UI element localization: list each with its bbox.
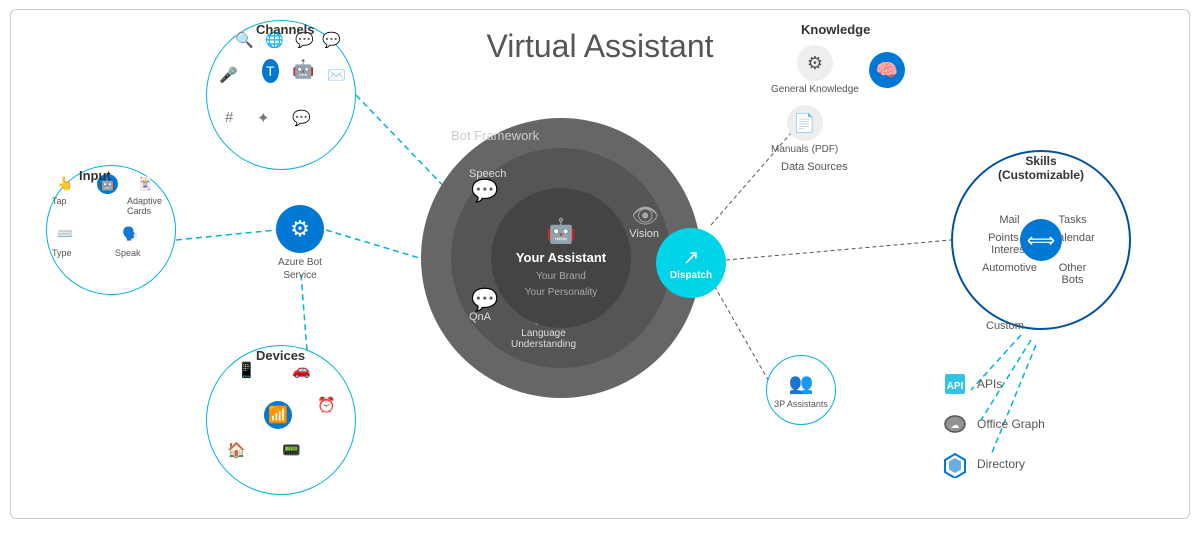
- knowledge-section: Knowledge ⚙ General Knowledge 🧠 📄 Manual…: [771, 22, 961, 173]
- directory-item: Directory: [941, 450, 1045, 478]
- skill-otherbots: OtherBots: [1045, 262, 1100, 286]
- assistant-bot-icon: 🤖: [546, 217, 576, 246]
- dispatch-circle: ↗ Dispatch: [656, 228, 726, 298]
- apis-item: API APIs: [941, 370, 1045, 398]
- your-assistant-line2: Your Brand: [536, 270, 586, 283]
- bottom-items-section: API APIs ☁ Office Graph Dire: [941, 370, 1045, 490]
- dispatch-label: Dispatch: [670, 270, 712, 282]
- skill-custom: Custom: [986, 320, 1024, 332]
- knowledge-item-general: ⚙ General Knowledge: [771, 45, 859, 95]
- channels-label: Channels: [256, 22, 315, 37]
- devices-circle: 📱 🚗 📶 🏠 📟 ⏰: [206, 345, 356, 495]
- office-graph-item: ☁ Office Graph: [941, 410, 1045, 438]
- azure-bot-label: Azure BotService: [278, 256, 322, 282]
- vision-label: Vision: [629, 228, 659, 240]
- main-container: Virtual Assistant 🔍 🌐 💬 💬 🎤: [10, 9, 1190, 519]
- apis-icon: API: [941, 370, 969, 398]
- input-circle: 👆 🤖 🃏 ⌨️ 🗣️ Tap AdaptiveCards Type Speak: [46, 165, 176, 295]
- knowledge-manuals-label: Manuals (PDF): [771, 144, 838, 155]
- skills-center-icon: ⟺: [1020, 219, 1062, 261]
- input-label: Input: [79, 168, 111, 183]
- channels-circle: 🔍 🌐 💬 💬 🎤 T 🤖 ✉️ # ✦ 💬: [206, 20, 356, 170]
- knowledge-icons: ⚙ General Knowledge 🧠 📄 Manuals (PDF): [771, 45, 961, 155]
- page-title: Virtual Assistant: [486, 28, 713, 65]
- lu-label: LanguageUnderstanding: [511, 328, 576, 350]
- apis-label: APIs: [977, 377, 1002, 391]
- directory-icon: [941, 450, 969, 478]
- knowledge-item-brain: 🧠: [869, 52, 905, 88]
- knowledge-title: Knowledge: [801, 22, 961, 37]
- bot-framework-label: Bot Framework: [451, 128, 539, 143]
- azure-bot-service: ⚙ Azure BotService: [276, 205, 324, 282]
- knowledge-datasources-label: Data Sources: [781, 161, 961, 173]
- devices-label: Devices: [256, 348, 305, 363]
- skill-automotive: Automotive: [982, 262, 1037, 286]
- knowledge-item-manuals: 📄 Manuals (PDF): [771, 105, 838, 155]
- threep-icon: 👥: [789, 371, 814, 396]
- svg-text:☁: ☁: [951, 420, 960, 430]
- directory-label: Directory: [977, 457, 1025, 471]
- bot-framework-inner: Speech 💬 QnA 💬 Vision 👁 LanguageUndersta…: [451, 148, 671, 368]
- threep-assistants-circle: 👥 3P Assistants: [766, 355, 836, 425]
- knowledge-general-icon: ⚙: [797, 45, 833, 81]
- azure-bot-icon: ⚙: [276, 205, 324, 253]
- skills-title: Skills(Customizable): [956, 154, 1126, 182]
- office-graph-icon: ☁: [941, 410, 969, 438]
- threep-label: 3P Assistants: [774, 399, 828, 409]
- svg-text:API: API: [947, 381, 964, 392]
- knowledge-brain-icon: 🧠: [869, 52, 905, 88]
- knowledge-manuals-icon: 📄: [787, 105, 823, 141]
- your-assistant-core: 🤖 Your Assistant Your Brand Your Persona…: [491, 188, 631, 328]
- office-graph-label: Office Graph: [977, 417, 1045, 431]
- your-assistant-line3: Your Personality: [525, 286, 597, 299]
- your-assistant-line1: Your Assistant: [516, 250, 606, 267]
- knowledge-general-label: General Knowledge: [771, 84, 859, 95]
